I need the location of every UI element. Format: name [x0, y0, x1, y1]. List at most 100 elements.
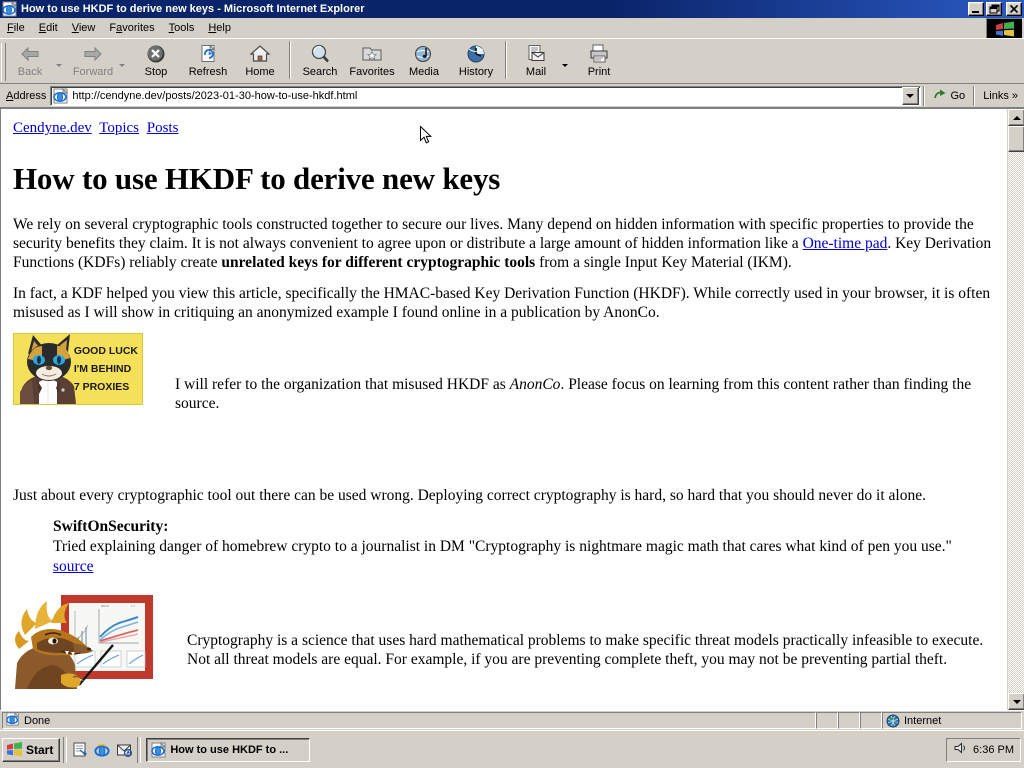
back-dropdown-icon[interactable] — [56, 39, 67, 83]
figure-row-1: GOOD LUCK I'M BEHIND 7 PROXIES I will re… — [13, 333, 995, 413]
refresh-label: Refresh — [188, 66, 228, 78]
ie-document-icon — [151, 741, 167, 758]
favorites-label: Favorites — [349, 66, 395, 78]
print-button[interactable]: Print — [573, 39, 625, 83]
go-arrow-icon — [933, 89, 945, 98]
internet-explorer-icon[interactable] — [92, 739, 112, 761]
link-one-time-pad[interactable]: One-time pad — [803, 235, 888, 252]
ie-page-icon — [53, 87, 69, 104]
stop-label: Stop — [144, 66, 168, 78]
paragraph-1: We rely on several cryptographic tools c… — [13, 215, 995, 273]
browser-viewport: Cendyne.dev Topics Posts How to use HKDF… — [0, 108, 1024, 710]
menu-help[interactable]: Help — [201, 19, 238, 37]
address-url-text: http://cendyne.dev/posts/2023-01-30-how-… — [72, 89, 358, 102]
mail-dropdown-icon[interactable] — [562, 39, 573, 83]
address-bar: Address http://cendyne.dev/posts/2023-01… — [0, 84, 1024, 108]
status-text: Done — [24, 714, 51, 727]
menu-view[interactable]: View — [65, 19, 103, 37]
pull-quote: SwiftOnSecurity: Tried explaining danger… — [53, 517, 995, 577]
mail-icon — [524, 42, 548, 65]
status-panel-spacer-3 — [860, 712, 882, 729]
task-list: How to use HKDF to ... — [144, 737, 946, 762]
windows-flag-logo[interactable] — [986, 18, 1022, 38]
system-tray: 6:36 PM — [946, 737, 1021, 762]
close-button[interactable] — [1006, 2, 1022, 16]
address-label: Address — [6, 89, 47, 102]
minimize-button[interactable] — [968, 2, 984, 16]
status-ie-icon — [6, 711, 20, 729]
history-label: History — [458, 66, 494, 78]
figure-row-2: HKDF 1.2 Cryptography is a science that … — [13, 591, 995, 690]
search-label: Search — [302, 66, 338, 78]
scroll-up-button[interactable] — [1008, 109, 1024, 126]
site-nav: Cendyne.dev Topics Posts — [13, 120, 995, 137]
restore-button[interactable] — [986, 2, 1002, 16]
taskbar: Start How to use HKDF to ... 6:36 PM — [0, 730, 1024, 768]
mail-label: Mail — [525, 66, 547, 78]
svg-text:1.2: 1.2 — [131, 604, 135, 608]
navigation-toolbar: Back Forward Stop Refresh Home Search Fa… — [0, 38, 1024, 84]
menu-favorites[interactable]: Favorites — [102, 19, 161, 37]
address-input[interactable]: http://cendyne.dev/posts/2023-01-30-how-… — [50, 85, 921, 106]
stop-button[interactable]: Stop — [130, 39, 182, 83]
taskbar-separator-1 — [63, 736, 68, 763]
refresh-button[interactable]: Refresh — [182, 39, 234, 83]
task-button-ie[interactable]: How to use HKDF to ... — [146, 737, 311, 762]
forward-button[interactable]: Forward — [67, 39, 119, 83]
search-button[interactable]: Search — [294, 39, 346, 83]
print-icon — [587, 42, 611, 65]
quote-source-link[interactable]: source — [53, 558, 93, 575]
dragon-presenting-charts-illustration: HKDF 1.2 — [13, 591, 155, 690]
links-label: Links — [983, 89, 1009, 102]
menu-tools[interactable]: Tools — [162, 19, 202, 37]
clock[interactable]: 6:36 PM — [973, 744, 1014, 756]
menu-file[interactable]: File — [0, 19, 32, 37]
scroll-track[interactable] — [1008, 152, 1024, 693]
svg-text:HKDF: HKDF — [101, 604, 109, 608]
forward-dropdown-icon[interactable] — [119, 39, 130, 83]
favorites-button[interactable]: Favorites — [346, 39, 398, 83]
meme-line-1: GOOD LUCK — [73, 345, 138, 358]
outlook-express-icon[interactable] — [114, 739, 134, 761]
address-dropdown-button[interactable] — [901, 86, 919, 105]
show-desktop-icon[interactable] — [70, 739, 90, 761]
home-button[interactable]: Home — [234, 39, 286, 83]
start-button[interactable]: Start — [2, 737, 61, 762]
back-button[interactable]: Back — [4, 39, 56, 83]
links-button[interactable]: Links » — [977, 85, 1024, 107]
security-zone-panel: Internet — [882, 712, 1022, 729]
volume-icon[interactable] — [953, 741, 968, 758]
taskbar-separator-2 — [137, 736, 142, 763]
toolbar-separator-2 — [505, 41, 507, 79]
media-button[interactable]: Media — [398, 39, 450, 83]
meme-line-3: 7 PROXIES — [73, 381, 130, 394]
scroll-down-button[interactable] — [1008, 693, 1024, 710]
chevron-double-right-icon: » — [1011, 89, 1018, 102]
browser-window: How to use HKDF to derive new keys - Mic… — [0, 0, 1024, 730]
good-luck-7-proxies-meme: GOOD LUCK I'M BEHIND 7 PROXIES — [13, 333, 143, 406]
fig1-cap-a: I will refer to the organization that mi… — [175, 376, 510, 394]
nav-link-topics[interactable]: Topics — [99, 120, 139, 136]
quick-launch-bar — [70, 739, 134, 761]
meme-line-2: I'M BEHIND — [73, 363, 132, 376]
nav-link-posts[interactable]: Posts — [147, 120, 179, 136]
search-icon — [308, 42, 332, 65]
home-icon — [248, 42, 272, 65]
nav-link-cendyne[interactable]: Cendyne.dev — [13, 120, 92, 136]
history-button[interactable]: History — [450, 39, 502, 83]
quote-author: SwiftOnSecurity: — [53, 517, 169, 535]
go-button[interactable]: Go — [927, 85, 972, 107]
fig1-cap-em: AnonCo — [509, 376, 561, 394]
scroll-thumb[interactable] — [1008, 126, 1024, 152]
figure-2-caption: Cryptography is a science that uses hard… — [187, 632, 984, 669]
menu-edit[interactable]: Edit — [32, 19, 65, 37]
history-icon — [464, 42, 488, 65]
forward-label: Forward — [72, 66, 114, 78]
paragraph-2: In fact, a KDF helped you view this arti… — [13, 284, 991, 321]
page-content: Cendyne.dev Topics Posts How to use HKDF… — [0, 109, 1007, 710]
status-panel: Done — [2, 711, 816, 729]
vertical-scrollbar[interactable] — [1007, 109, 1024, 710]
window-title: How to use HKDF to derive new keys - Mic… — [21, 3, 365, 15]
mail-button[interactable]: Mail — [510, 39, 562, 83]
globe-icon — [886, 714, 900, 728]
